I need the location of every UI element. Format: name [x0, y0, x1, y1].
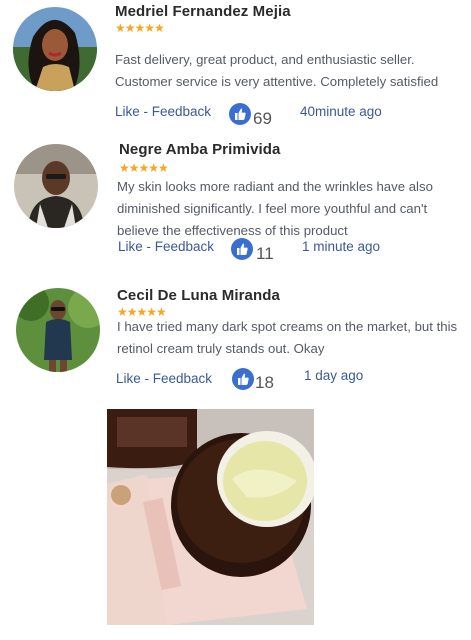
star-rating: ★★★★★: [115, 21, 165, 35]
like-feedback-link[interactable]: Like - Feedback: [116, 371, 212, 386]
timestamp: 1 minute ago: [302, 239, 381, 254]
like-feedback-link[interactable]: Like - Feedback: [118, 239, 214, 254]
avatar[interactable]: [16, 288, 100, 372]
timestamp: 1 day ago: [304, 368, 364, 383]
reviewer-name: Medriel Fernandez Mejia: [115, 3, 291, 20]
avatar[interactable]: [14, 144, 98, 228]
like-count: 18: [255, 373, 274, 392]
thumbs-up-icon[interactable]: [229, 103, 251, 125]
thumbs-up-icon[interactable]: [232, 368, 254, 390]
thumbs-up-icon[interactable]: [231, 238, 253, 260]
timestamp: 40minute ago: [300, 104, 382, 119]
review-text: I have tried many dark spot creams on th…: [117, 319, 458, 356]
product-photo[interactable]: [107, 409, 314, 625]
avatar[interactable]: [13, 7, 97, 91]
review-item: Medriel Fernandez Mejia ★★★★★ Fast deliv…: [0, 0, 471, 135]
review-item: Negre Amba Primivida ★★★★★ My skin looks…: [0, 135, 471, 285]
reviewer-name: Negre Amba Primivida: [119, 141, 281, 158]
reviewer-name: Cecil De Luna Miranda: [117, 287, 280, 304]
like-feedback-link[interactable]: Like - Feedback: [115, 104, 211, 119]
star-rating: ★★★★★: [119, 161, 169, 175]
like-count: 11: [256, 244, 274, 263]
review-text: Fast delivery, great product, and enthus…: [115, 52, 439, 89]
like-count: 69: [253, 109, 272, 128]
review-text: My skin looks more radiant and the wrink…: [117, 179, 433, 238]
review-item: Cecil De Luna Miranda ★★★★★ I have tried…: [0, 285, 471, 405]
